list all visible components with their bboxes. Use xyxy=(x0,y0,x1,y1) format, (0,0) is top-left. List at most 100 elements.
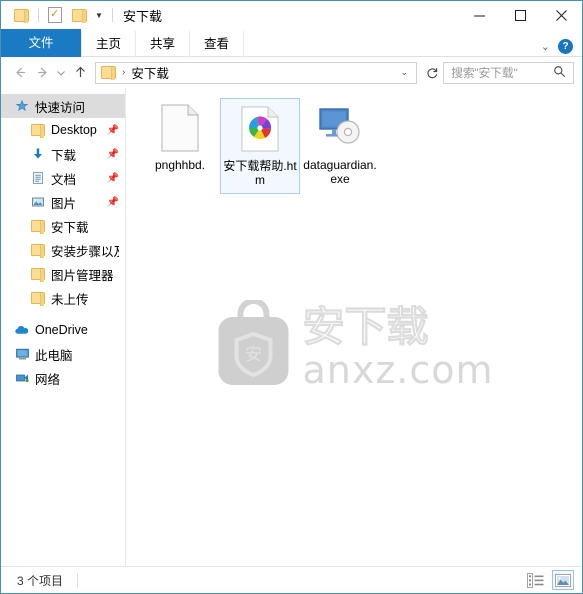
star-pin-icon xyxy=(13,97,31,115)
details-view-icon[interactable] xyxy=(525,571,545,589)
sidebar-item-install-steps[interactable]: 安装步骤以及 xyxy=(1,238,125,262)
download-icon xyxy=(29,145,47,163)
tab-view[interactable]: 查看 xyxy=(189,31,245,57)
anxz-bag-shield-logo: 安 xyxy=(214,298,292,391)
tab-share[interactable]: 共享 xyxy=(135,31,189,57)
sidebar-item-downloads[interactable]: 下载 📌 xyxy=(1,142,125,166)
folder-icon xyxy=(29,265,47,283)
sidebar-item-label: 下载 xyxy=(51,148,77,163)
search-icon[interactable] xyxy=(553,65,573,81)
sidebar-item-onedrive[interactable]: OneDrive xyxy=(1,318,125,342)
pin-icon[interactable]: 📌 xyxy=(107,149,119,160)
sidebar-item-label: 安装步骤以及 xyxy=(51,244,119,259)
up-icon[interactable] xyxy=(69,62,91,84)
status-divider xyxy=(77,572,79,588)
toolbar-divider-2 xyxy=(112,8,113,22)
tab-home[interactable]: 主页 xyxy=(81,31,135,57)
sidebar-item-label: 图片 xyxy=(51,196,77,211)
watermark-text: 安下载 anxz.com xyxy=(302,305,494,392)
close-button[interactable] xyxy=(541,1,582,29)
watermark-brand-cn: 安下载 xyxy=(302,305,429,351)
file-item[interactable]: 安下载帮助.htm xyxy=(220,98,300,194)
sidebar-item-label: 网络 xyxy=(35,372,61,387)
help-icon[interactable]: ? xyxy=(558,39,573,54)
status-bar: 3 个项目 xyxy=(1,566,582,593)
sidebar-item-picture-manager[interactable]: 图片管理器 xyxy=(1,262,125,286)
breadcrumb-folder-icon[interactable] xyxy=(101,66,116,80)
sidebar-item-label: 文档 xyxy=(51,172,77,187)
maximize-button[interactable] xyxy=(500,1,541,29)
network-icon xyxy=(13,369,31,387)
tab-file[interactable]: 文件 xyxy=(1,29,81,57)
forward-icon[interactable] xyxy=(31,62,53,84)
window-controls xyxy=(459,1,582,29)
file-grid: pnghhbd. 安下载帮助.htm dataguardian.exe xyxy=(126,88,582,194)
watermark-domain: anxz.com xyxy=(302,347,494,392)
breadcrumb-current-folder[interactable]: 安下载 xyxy=(131,63,169,82)
search-input[interactable]: 搜索"安下载" xyxy=(444,64,518,81)
recent-locations-icon[interactable] xyxy=(53,62,69,84)
large-icons-view-icon[interactable] xyxy=(552,570,574,590)
toolbar-divider xyxy=(38,8,39,22)
chevron-down-icon[interactable]: ⌄ xyxy=(400,67,416,78)
new-folder-icon[interactable] xyxy=(72,8,87,23)
sidebar-item-not-uploaded[interactable]: 未上传 xyxy=(1,286,125,310)
sidebar-item-pictures[interactable]: 图片 📌 xyxy=(1,190,125,214)
ribbon-tab-bar: 文件 主页 共享 查看 ⌄ ? xyxy=(1,29,582,57)
sidebar-item-label: 图片管理器 xyxy=(51,268,114,283)
pin-icon[interactable]: 📌 xyxy=(107,197,119,208)
file-name: 安下载帮助.htm xyxy=(223,159,297,187)
back-icon[interactable] xyxy=(9,62,31,84)
sidebar-item-label: OneDrive xyxy=(35,323,88,337)
folder-icon xyxy=(29,121,47,139)
window-title: 安下载 xyxy=(123,8,163,24)
quick-access-toolbar: ✓ ▼ xyxy=(9,7,117,23)
file-item[interactable]: pnghhbd. xyxy=(140,98,220,194)
documents-icon xyxy=(29,169,47,187)
navigation-pane[interactable]: 快速访问 Desktop 📌 下载 📌 文档 📌 图片 📌 安下载 安装步骤以及… xyxy=(1,88,126,566)
address-bar: › 安下载 ⌄ 搜索"安下载" xyxy=(1,57,582,88)
file-list-pane[interactable]: pnghhbd. 安下载帮助.htm dataguardian.exe 安 安下… xyxy=(126,88,582,566)
sidebar-item-network[interactable]: 网络 xyxy=(1,366,125,390)
chevron-down-icon[interactable]: ⌄ xyxy=(541,40,550,53)
item-count: 3 个项目 xyxy=(17,573,64,588)
refresh-icon[interactable] xyxy=(421,62,443,84)
view-mode-buttons xyxy=(525,570,574,590)
pictures-icon xyxy=(29,193,47,211)
sidebar-item-quick-access[interactable]: 快速访问 xyxy=(1,94,125,118)
watermark: 安 安下载 anxz.com xyxy=(214,298,494,392)
svg-text:安: 安 xyxy=(245,345,262,365)
properties-icon[interactable]: ✓ xyxy=(48,7,62,23)
title-bar: ✓ ▼ 安下载 xyxy=(1,1,582,29)
sidebar-item-label: 此电脑 xyxy=(35,348,73,363)
address-input[interactable]: › 安下载 ⌄ xyxy=(95,61,417,84)
sidebar-item-label: 快速访问 xyxy=(35,100,86,115)
explorer-body: 快速访问 Desktop 📌 下载 📌 文档 📌 图片 📌 安下载 安装步骤以及… xyxy=(1,88,582,566)
sidebar-item-label: Desktop xyxy=(51,123,97,137)
folder-icon xyxy=(29,241,47,259)
search-box[interactable]: 搜索"安下载" xyxy=(443,61,574,84)
breadcrumb-separator: › xyxy=(122,67,126,78)
file-item[interactable]: dataguardian.exe xyxy=(300,98,380,194)
folder-icon xyxy=(29,289,47,307)
blank-document-icon xyxy=(154,102,206,154)
sidebar-item-this-pc[interactable]: 此电脑 xyxy=(1,342,125,366)
sidebar-item-anxiazai[interactable]: 安下载 xyxy=(1,214,125,238)
this-pc-icon xyxy=(13,345,31,363)
file-name: dataguardian.exe xyxy=(303,158,377,186)
sidebar-item-desktop[interactable]: Desktop 📌 xyxy=(1,118,125,142)
file-explorer-window: ✓ ▼ 安下载 文件 主页 共享 查看 ⌄ ? › 安下载 ⌄ 搜索"安下载" … xyxy=(0,0,583,594)
minimize-button[interactable] xyxy=(459,1,500,29)
pinwheel-html-document-icon xyxy=(234,103,286,155)
folder-icon[interactable] xyxy=(14,8,29,23)
svg-text:安下载: 安下载 xyxy=(302,305,428,351)
chevron-down-icon[interactable]: ▼ xyxy=(92,8,106,22)
folder-icon xyxy=(29,217,47,235)
pin-icon[interactable]: 📌 xyxy=(107,173,119,184)
file-name: pnghhbd. xyxy=(154,158,206,172)
sidebar-item-documents[interactable]: 文档 📌 xyxy=(1,166,125,190)
onedrive-icon xyxy=(13,321,31,339)
monitor-disc-application-icon xyxy=(314,102,366,154)
pin-icon[interactable]: 📌 xyxy=(107,125,119,136)
sidebar-item-label: 安下载 xyxy=(51,220,89,235)
